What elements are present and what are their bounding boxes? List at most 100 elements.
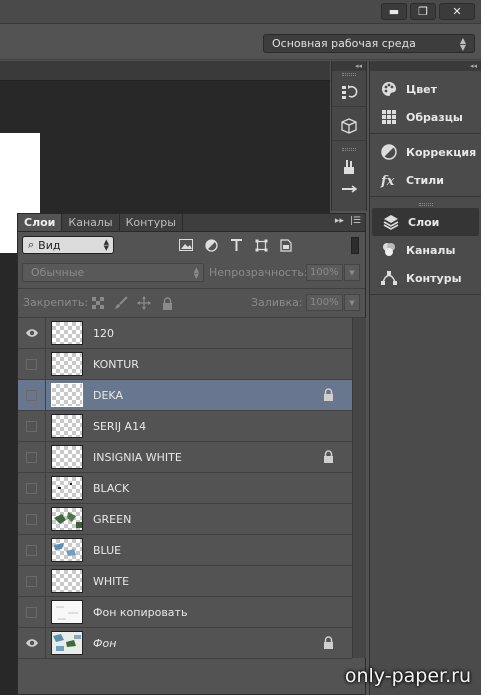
opacity-input[interactable]: 100% — [306, 264, 343, 281]
strip-grip[interactable] — [342, 73, 356, 76]
layer-name[interactable]: Фон копировать — [93, 606, 187, 619]
updown-arrows-icon: ▲ ▼ — [193, 265, 199, 280]
3d-cube-icon[interactable] — [332, 112, 366, 140]
tab-layers[interactable]: Слои — [18, 214, 63, 231]
lock-label: Закрепить: — [23, 296, 89, 309]
layer-name[interactable]: DEKA — [93, 389, 123, 402]
layer-row[interactable]: SERIJ A14 — [18, 411, 352, 442]
panel-tab-swatches[interactable]: Образцы — [370, 103, 481, 131]
layer-thumbnail[interactable] — [51, 569, 83, 593]
filter-kind-select[interactable]: ⌕ Вид ▲ ▼ — [22, 236, 114, 254]
search-icon: ⌕ — [28, 238, 35, 251]
layer-thumbnail[interactable] — [51, 321, 83, 345]
layer-thumbnail[interactable] — [51, 383, 83, 407]
visibility-toggle[interactable] — [18, 349, 46, 379]
layer-row[interactable]: 120 — [18, 318, 352, 349]
tab-channels[interactable]: Каналы — [62, 214, 120, 231]
layer-lock-icon — [323, 388, 337, 402]
tool-presets-icon[interactable] — [332, 181, 366, 197]
layer-row[interactable]: WHITE — [18, 566, 352, 597]
smart-object-filter-icon[interactable] — [278, 237, 294, 253]
panel-tab-paths[interactable]: Контуры — [370, 264, 481, 292]
tab-paths[interactable]: Контуры — [120, 214, 183, 231]
window-controls: ▬ ❐ ✕ — [381, 3, 475, 20]
visibility-empty-box — [26, 606, 37, 618]
text-filter-icon[interactable] — [228, 237, 244, 253]
layer-list-scrollbar[interactable] — [352, 318, 366, 658]
layer-name[interactable]: BLUE — [93, 544, 121, 557]
group-grip[interactable] — [418, 203, 433, 206]
restore-button[interactable]: ❐ — [410, 3, 436, 20]
layer-thumbnail[interactable] — [51, 538, 83, 562]
visibility-eye-icon[interactable] — [18, 628, 46, 658]
visibility-empty-box — [26, 482, 37, 494]
close-button[interactable]: ✕ — [439, 3, 475, 20]
visibility-toggle[interactable] — [18, 597, 46, 627]
filter-toggle-switch[interactable] — [351, 237, 359, 254]
layer-row[interactable]: KONTUR — [18, 349, 352, 380]
visibility-toggle[interactable] — [18, 566, 46, 596]
opacity-dropdown-button[interactable]: ▼ — [344, 264, 360, 281]
visibility-toggle[interactable] — [18, 535, 46, 565]
panel-tab-styles[interactable]: fx Стили — [370, 166, 481, 194]
collapse-arrows-icon[interactable]: ◂◂ — [370, 61, 481, 71]
visibility-toggle[interactable] — [18, 504, 46, 534]
updown-arrows-icon: ▲ ▼ — [459, 35, 466, 52]
visibility-eye-icon[interactable] — [18, 318, 46, 348]
layer-name[interactable]: GREEN — [93, 513, 131, 526]
palette-icon — [379, 79, 399, 99]
history-icon[interactable] — [332, 78, 366, 106]
lock-position-move-icon[interactable] — [136, 295, 152, 311]
layer-name[interactable]: BLACK — [93, 482, 129, 495]
fill-input[interactable]: 100% — [306, 294, 343, 311]
lock-all-icon[interactable] — [159, 295, 175, 311]
layer-row[interactable]: DEKA — [18, 380, 352, 411]
options-bar: Основная рабочая среда ▲ ▼ — [0, 24, 481, 60]
layer-name[interactable]: WHITE — [93, 575, 129, 588]
layer-name[interactable]: SERIJ A14 — [93, 420, 146, 433]
panel-tab-color[interactable]: Цвет — [370, 75, 481, 103]
layer-thumbnail[interactable] — [51, 414, 83, 438]
layer-thumbnail[interactable] — [51, 352, 83, 376]
collapse-panel-icon[interactable]: ▸▸ — [335, 216, 344, 226]
minimize-button[interactable]: ▬ — [381, 3, 407, 20]
blend-mode-select[interactable]: Обычные ▲ ▼ — [22, 263, 204, 282]
workspace-select[interactable]: Основная рабочая среда ▲ ▼ — [263, 34, 475, 53]
panel-menu-icon[interactable]: |☰ — [350, 216, 361, 226]
layer-row[interactable]: Фон — [18, 628, 352, 659]
panel-tab-adjustments[interactable]: Коррекция — [370, 138, 481, 166]
fill-dropdown-button[interactable]: ▼ — [344, 294, 360, 311]
layer-name[interactable]: 120 — [93, 327, 114, 340]
window-titlebar: ▬ ❐ ✕ — [0, 0, 481, 24]
layer-thumbnail[interactable] — [51, 476, 83, 500]
image-filter-icon[interactable] — [178, 237, 194, 253]
layer-name[interactable]: Фон — [93, 637, 116, 650]
layer-name[interactable]: INSIGNIA WHITE — [93, 451, 182, 464]
layer-thumbnail[interactable] — [51, 600, 83, 624]
layer-row[interactable]: BLACK — [18, 473, 352, 504]
watermark-text: only-paper.ru — [344, 665, 471, 687]
layer-row[interactable]: BLUE — [18, 535, 352, 566]
visibility-toggle[interactable] — [18, 411, 46, 441]
visibility-toggle[interactable] — [18, 473, 46, 503]
collapse-arrows-icon[interactable]: ◂◂ — [332, 61, 366, 71]
layer-row[interactable]: Фон копировать — [18, 597, 352, 628]
lock-transparent-pixels-icon[interactable] — [90, 295, 106, 311]
lock-image-pixels-brush-icon[interactable] — [113, 295, 129, 311]
layer-thumbnail[interactable] — [51, 507, 83, 531]
layer-thumbnail[interactable] — [51, 445, 83, 469]
visibility-toggle[interactable] — [18, 442, 46, 472]
strip-grip[interactable] — [342, 148, 356, 151]
panel-tab-layers[interactable]: Слои — [372, 208, 479, 236]
layer-name[interactable]: KONTUR — [93, 358, 139, 371]
brushes-icon[interactable] — [332, 153, 366, 181]
adjustment-filter-icon[interactable] — [203, 237, 219, 253]
blend-opacity-row: Обычные ▲ ▼ Непрозрачность: 100% ▼ — [18, 260, 365, 288]
panel-tab-channels[interactable]: Каналы — [370, 236, 481, 264]
layer-row[interactable]: GREEN — [18, 504, 352, 535]
layer-thumbnail[interactable] — [51, 631, 83, 655]
layer-row[interactable]: INSIGNIA WHITE — [18, 442, 352, 473]
shape-filter-icon[interactable] — [253, 237, 269, 253]
visibility-empty-box — [26, 575, 37, 587]
visibility-toggle[interactable] — [18, 380, 46, 410]
